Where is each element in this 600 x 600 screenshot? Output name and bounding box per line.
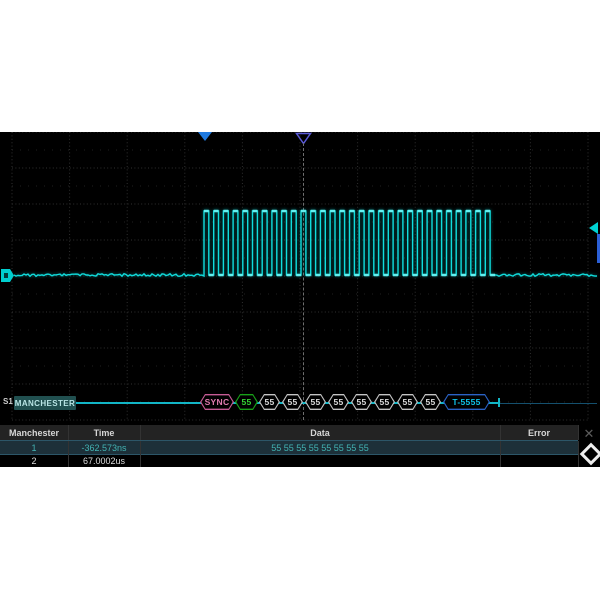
table-row[interactable]: 2 67.0002us — [0, 454, 578, 467]
header-time: Time — [68, 425, 141, 440]
decode-bus-line-idle — [500, 403, 597, 404]
channel-waveform — [0, 132, 600, 467]
row-error — [500, 441, 579, 454]
row-error — [500, 454, 579, 467]
row-data — [140, 454, 501, 467]
row-data: 55 55 55 55 55 55 55 55 — [140, 441, 501, 454]
decode-frame-trailer: T-5555 — [443, 394, 490, 410]
row-time: 67.0002us — [68, 454, 141, 467]
table-header-row: Manchester Time Data Error — [0, 425, 578, 441]
scope-display: S1 MANCHESTER SYNC 55 55 55 55 55 55 55 … — [0, 132, 600, 467]
decode-result-table: Manchester Time Data Error 1 -362.573ns … — [0, 425, 600, 467]
row-time: -362.573ns — [68, 441, 141, 454]
decode-frame-sync: SYNC — [200, 394, 234, 410]
row-index: 2 — [0, 454, 69, 467]
row-index: 1 — [0, 441, 69, 454]
screen: S1 MANCHESTER SYNC 55 55 55 55 55 55 55 … — [0, 0, 600, 600]
header-data: Data — [140, 425, 501, 440]
decode-protocol-badge[interactable]: MANCHESTER — [14, 396, 76, 410]
header-manchester: Manchester — [0, 425, 69, 440]
close-icon[interactable]: ✕ — [582, 427, 596, 441]
decode-bus-label: S1 — [3, 397, 13, 406]
trigger-level-arrow-icon[interactable] — [589, 222, 598, 234]
table-row[interactable]: 1 -362.573ns 55 55 55 55 55 55 55 55 — [0, 440, 578, 455]
header-error: Error — [500, 425, 579, 440]
